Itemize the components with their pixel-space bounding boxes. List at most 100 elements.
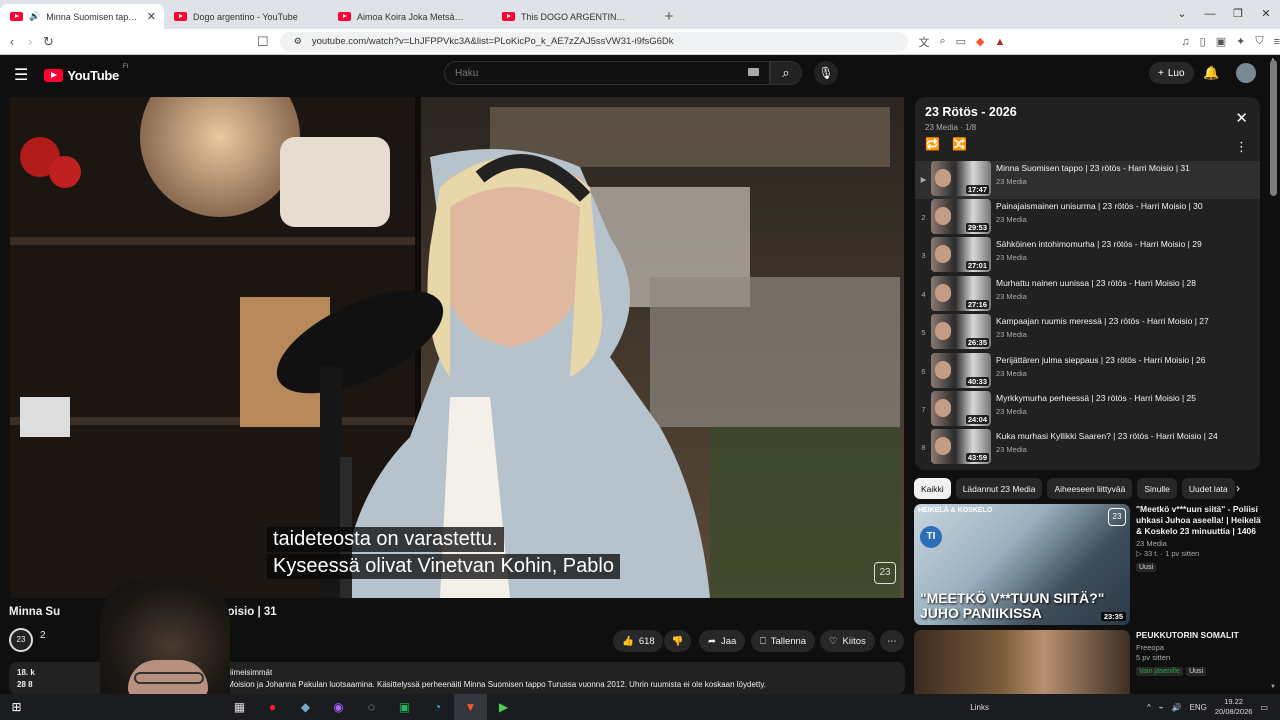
clock[interactable]: 19.22 20/08/2026 [1215,697,1253,717]
volume-icon[interactable]: 🔊 [1172,703,1182,712]
channel-watermark[interactable]: 23 [874,562,896,584]
playlist-item[interactable]: 5 26:35 Kampaajan ruumis meressä | 23 rö… [915,314,1260,352]
youtube-header: ☰ YouTube FI ⌕ 🎙 + Luo 🔔 [0,55,1280,95]
language-indicator[interactable]: ENG [1190,703,1207,712]
playlist-item[interactable]: 3 27:01 Sähköinen intohimomurha | 23 röt… [915,237,1260,275]
chip-all[interactable]: Kaikki [914,478,951,499]
wallet-icon[interactable]: ▣ [1216,35,1226,48]
playlist-item-title: Kampaajan ruumis meressä | 23 rötös - Ha… [996,316,1209,326]
duration-badge: 27:16 [965,300,989,309]
taskbar-brave[interactable]: ▼ [454,694,487,720]
search-input[interactable] [455,67,735,79]
scroll-down-icon[interactable]: ▼ [1270,684,1276,690]
dislike-button[interactable]: 👎 [664,630,691,652]
chip-related[interactable]: Aiheeseen liittyvää [1047,478,1133,499]
taskbar-app-3[interactable]: ◉ [322,694,355,720]
filter-chips: Kaikki Lädannut 23 Media Aiheeseen liitt… [914,478,1259,500]
reload-icon[interactable]: ↻ [39,34,57,50]
playlist-title[interactable]: 23 Rötös - 2026 [925,105,1017,119]
playlist-item[interactable]: 8 43:59 Kuka murhasi Kyllikki Saaren? | … [915,429,1260,467]
taskbar-app-5[interactable]: ▣ [388,694,421,720]
chip-recent[interactable]: Uudet lata [1181,478,1235,499]
chip-uploaded-by[interactable]: Lädannut 23 Media [955,478,1043,499]
tab-search-icon[interactable]: ⌄ [1168,0,1196,29]
network-icon[interactable]: ⌁ [1159,703,1164,712]
brave-rewards-icon[interactable]: ▲ [995,36,1006,48]
close-icon[interactable]: ✕ [1235,109,1248,127]
chevron-right-icon[interactable]: › [1236,481,1240,495]
thanks-button[interactable]: ♡ Kiitos [820,630,875,652]
new-tab-button[interactable]: + [656,4,682,29]
close-window-icon[interactable]: ✕ [1252,0,1280,29]
vpn-icon[interactable]: ⛉ [1255,35,1263,48]
forward-icon[interactable]: › [21,34,39,49]
taskbar-app-4[interactable]: ◌ [355,694,388,720]
loop-icon[interactable]: 🔁 [925,137,940,151]
media-icon[interactable]: ♫ [1181,36,1189,48]
playlist-item[interactable]: 6 40:33 Perijättären julma sieppaus | 23… [915,353,1260,391]
zoom-icon[interactable]: ⌕ [939,35,945,48]
maximize-icon[interactable]: ❐ [1224,0,1252,29]
site-info-icon[interactable]: ⚙ [294,36,302,47]
playlist-item[interactable]: 2 29:53 Painajaismainen unisurma | 23 rö… [915,199,1260,237]
start-button[interactable]: ⊞ [0,694,33,720]
page-scrollbar[interactable] [1270,60,1277,196]
taskbar-edge[interactable]: ◔ [421,694,454,720]
playlist-item[interactable]: ▶ 17:47 Minna Suomisen tappo | 23 rötös … [915,161,1260,199]
brave-shield-icon[interactable]: ◆ [976,35,984,48]
extensions-icon[interactable]: ✦ [1236,35,1245,48]
tab-title: This DOGO ARGENTINO was a hero [521,11,630,22]
create-button[interactable]: + Luo [1149,62,1194,84]
speaker-icon[interactable]: 🔊 [29,11,40,22]
playlist-item[interactable]: 7 24:04 Myrkkymurha perheessä | 23 rötös… [915,391,1260,429]
bookmark-icon[interactable]: ☐ [254,34,272,50]
video-player[interactable]: taideteosta on varastettu. Kyseessä oliv… [10,97,904,598]
sidebar-icon[interactable]: ▯ [1200,35,1206,48]
save-button[interactable]: ⎕ Tallenna [751,630,816,652]
browser-tab-4[interactable]: This DOGO ARGENTINO was a hero [492,4,656,29]
back-icon[interactable]: ‹ [3,34,21,49]
playlist-more-icon[interactable]: ⋮ [1235,139,1248,155]
browser-tab-1[interactable]: 🔊 Minna Suomisen tappo | 23 r… ✕ [0,4,164,29]
notification-center-icon[interactable]: ▭ [1260,703,1268,712]
task-view-button[interactable]: ▦ [223,694,256,720]
duration-badge: 43:59 [965,453,989,462]
playlist-item-title: Painajaismainen unisurma | 23 rötös - Ha… [996,201,1203,211]
playlist-item[interactable]: 4 27:16 Murhattu nainen uunissa | 23 röt… [915,276,1260,314]
keyboard-icon[interactable] [748,68,759,76]
browser-tab-2[interactable]: Dogo argentino - YouTube [164,4,328,29]
webcam-glasses [134,672,204,684]
channel-name[interactable]: 2 [40,630,46,641]
search-box[interactable] [444,61,770,85]
like-button[interactable]: 👍 618 [613,630,663,652]
menu-icon[interactable]: ≡ [1274,36,1280,48]
playlist-thumbnail: 29:53 [931,199,991,234]
close-tab-icon[interactable]: ✕ [147,10,156,23]
shuffle-icon[interactable]: 🔀 [952,137,967,151]
links-toolbar[interactable]: Links [970,703,989,712]
account-avatar[interactable] [1236,63,1256,83]
taskbar-opera[interactable]: ● [256,694,289,720]
tray-expand-icon[interactable]: ^ [1147,703,1151,712]
chip-for-you[interactable]: Sinulle [1137,478,1177,499]
channel-avatar[interactable]: 23 [9,628,33,652]
playlist-item-channel: 23 Media [996,253,1027,262]
hamburger-menu-icon[interactable]: ☰ [14,65,28,85]
share-button[interactable]: ➦ Jaa [699,630,746,652]
more-actions-button[interactable]: ⋯ [880,630,904,652]
video-frame [10,97,904,598]
taskbar-app-2[interactable]: ◆ [289,694,322,720]
address-bar[interactable]: ⚙ youtube.com/watch?v=LhJFPPVkc3A&list=P… [279,31,909,52]
youtube-logo[interactable]: YouTube FI [44,64,128,83]
voice-search-button[interactable]: 🎙 [814,61,838,85]
window-controls: ⌄ — ❐ ✕ [1168,0,1280,29]
translate-icon[interactable]: 文 [918,34,929,50]
recommendation-item[interactable]: HEIKELÄ & KOSKELO TI 23 "MEETKÖ V**TUUN … [914,504,1261,626]
notifications-bell-icon[interactable]: 🔔 [1203,65,1219,81]
search-button[interactable]: ⌕ [770,61,802,85]
recommendation-item[interactable]: PEUKKUTORIN SOMALIT Freeopa 5 pv sitten … [914,630,1259,694]
minimize-icon[interactable]: — [1196,0,1224,29]
taskbar-app-6[interactable]: ▶ [487,694,520,720]
browser-tab-3[interactable]: Aimoa Koira Joka Metsästää Pumaja [328,4,492,29]
cast-icon[interactable]: ▭ [956,35,966,48]
